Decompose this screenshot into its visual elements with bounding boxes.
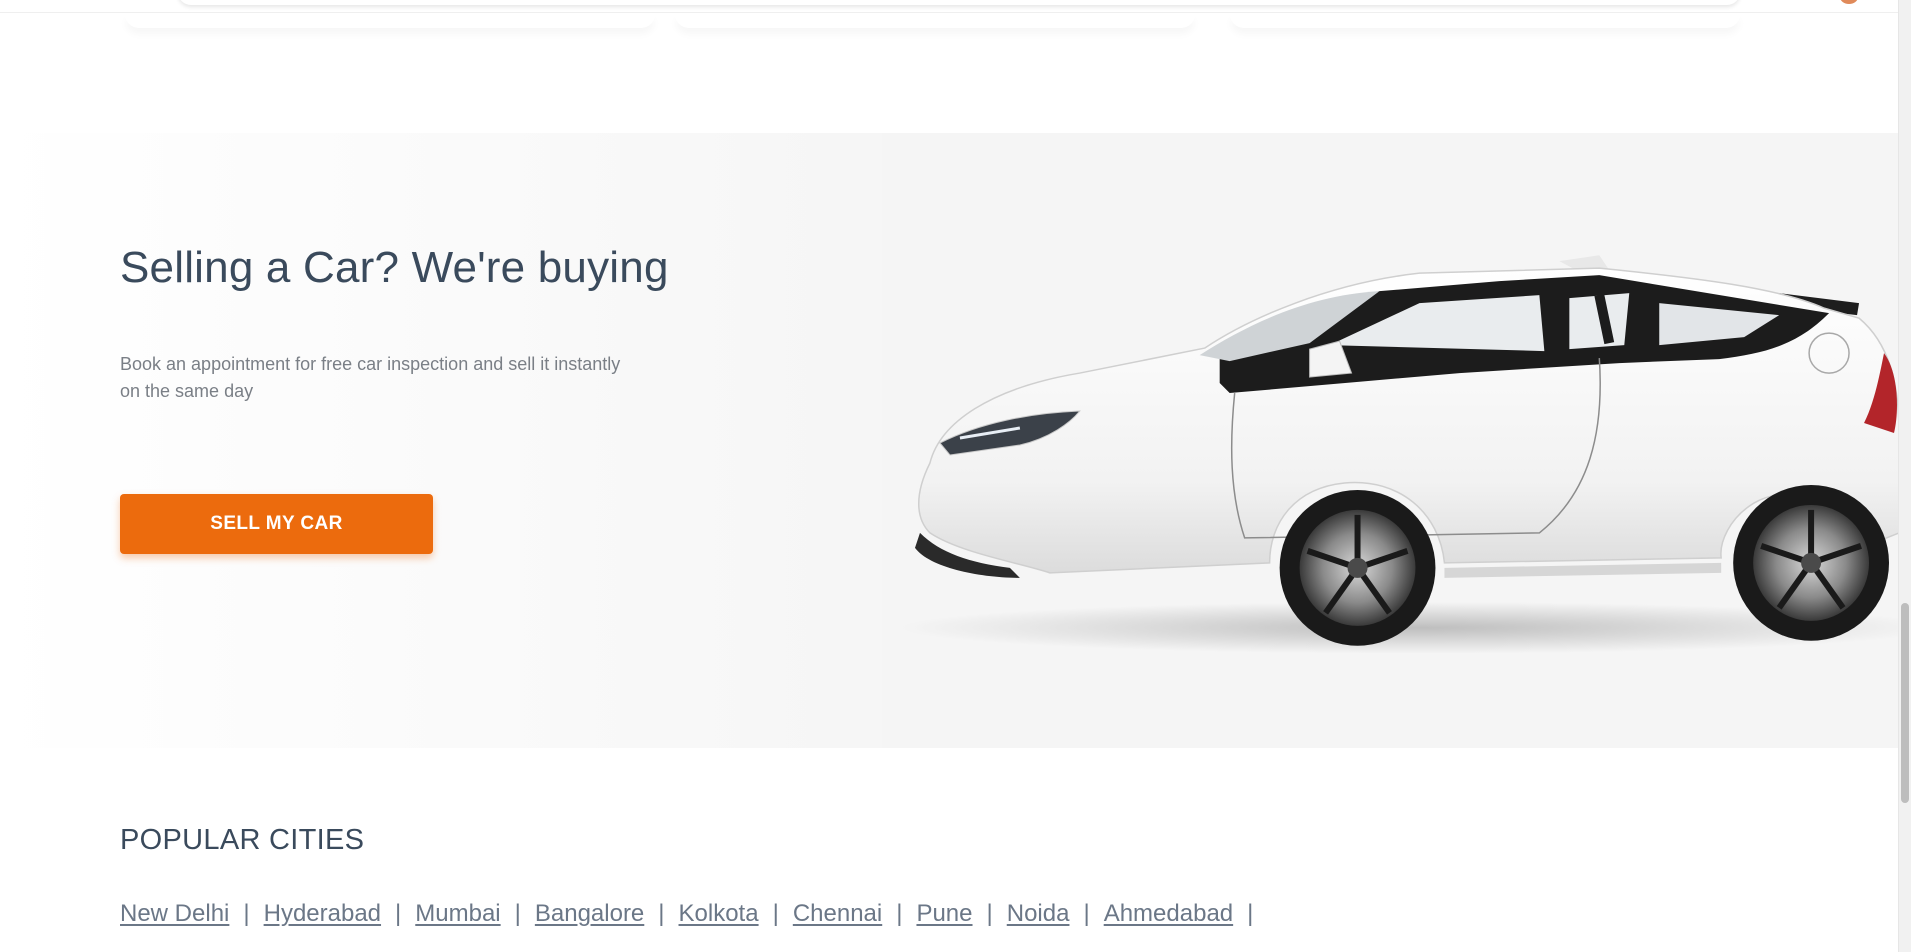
separator: | — [243, 900, 250, 927]
previous-section-edge — [0, 0, 1899, 13]
car-image — [900, 255, 1899, 653]
city-link-new-delhi[interactable]: New Delhi — [120, 900, 229, 928]
separator: | — [514, 900, 521, 927]
card-shadow — [1230, 14, 1740, 28]
city-link-bangalore[interactable]: Bangalore — [535, 900, 644, 928]
separator: | — [772, 900, 779, 927]
city-link-pune[interactable]: Pune — [916, 900, 972, 928]
sell-car-banner: Selling a Car? We're buying Book an appo… — [0, 133, 1899, 748]
popular-cities-heading: POPULAR CITIES — [120, 824, 365, 856]
city-link-chennai[interactable]: Chennai — [793, 900, 882, 928]
city-link-hyderabad[interactable]: Hyderabad — [264, 900, 381, 928]
separator: | — [1247, 900, 1254, 927]
avatar-icon — [1840, 0, 1858, 4]
city-link-noida[interactable]: Noida — [1007, 900, 1070, 928]
banner-title: Selling a Car? We're buying — [120, 243, 669, 292]
scrollbar-thumb[interactable] — [1901, 603, 1909, 803]
page: Selling a Car? We're buying Book an appo… — [0, 0, 1911, 952]
card-shadow — [125, 14, 655, 28]
separator: | — [395, 900, 402, 927]
banner-description: Book an appointment for free car inspect… — [120, 354, 621, 401]
city-link-ahmedabad[interactable]: Ahmedabad — [1104, 900, 1233, 928]
separator: | — [1083, 900, 1090, 927]
sell-my-car-button[interactable]: SELL MY CAR — [120, 494, 433, 554]
popular-cities-list: New Delhi | Hyderabad | Mumbai | Bangalo… — [120, 900, 1267, 928]
separator: | — [986, 900, 993, 927]
separator: | — [896, 900, 903, 927]
card-shadow — [675, 14, 1195, 28]
search-bar-edge — [178, 0, 1740, 5]
city-link-kolkota[interactable]: Kolkota — [679, 900, 759, 928]
separator: | — [658, 900, 665, 927]
city-link-mumbai[interactable]: Mumbai — [415, 900, 500, 928]
page-scrollbar[interactable] — [1898, 0, 1911, 952]
